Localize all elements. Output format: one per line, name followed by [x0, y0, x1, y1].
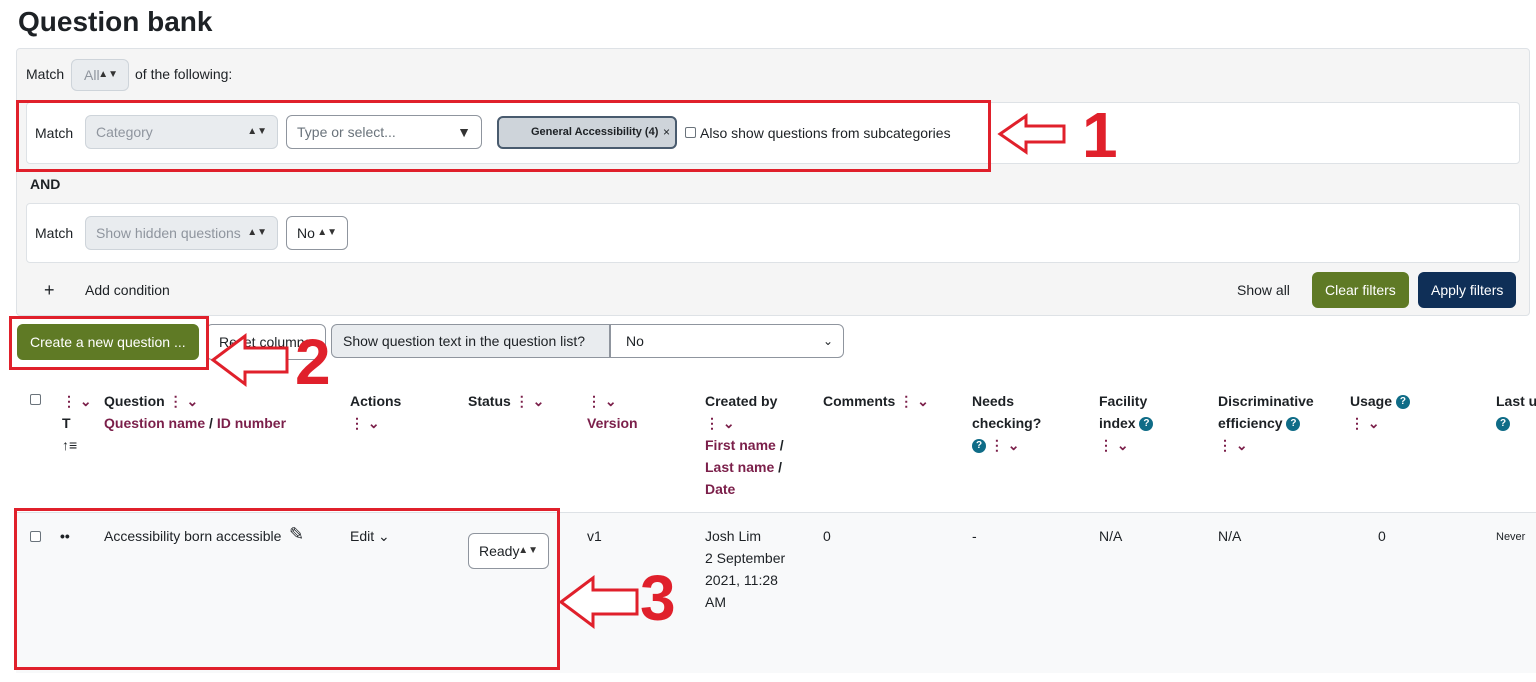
kebab-icon[interactable]: ⋮ ⌄ [350, 415, 380, 431]
and-label: AND [30, 176, 61, 192]
header-created-by[interactable]: Created by ⋮ ⌄ First name / Last name / … [705, 390, 784, 500]
annotation-number-3: 3 [640, 562, 676, 634]
chevron-down-icon: ⌄ [822, 334, 833, 348]
show-text-label: Show question text in the question list? [331, 324, 610, 358]
kebab-icon[interactable]: ⋮ ⌄ [1099, 437, 1129, 453]
help-icon[interactable]: ? [972, 439, 986, 454]
annotation-number-1: 1 [1082, 99, 1118, 171]
select-caret-icon: ▲▼ [317, 227, 337, 238]
kebab-icon[interactable]: ⋮ ⌄ [899, 393, 929, 409]
annotation-box-3 [14, 508, 560, 670]
kebab-icon[interactable]: ⋮ ⌄ [587, 393, 617, 409]
last-used-value: Never [1496, 531, 1526, 543]
clear-filters-button[interactable]: Clear filters [1312, 272, 1409, 308]
kebab-icon[interactable]: ⋮ ⌄ [515, 393, 545, 409]
help-icon[interactable]: ? [1395, 395, 1410, 410]
created-by-value: Josh Lim 2 September 2021, 11:28 AM [705, 528, 786, 610]
help-icon[interactable]: ? [1496, 417, 1510, 432]
header-version[interactable]: ⋮ ⌄ Version [587, 390, 638, 434]
header-needs-checking[interactable]: Needs checking? ? ⋮ ⌄ [972, 390, 1041, 456]
select-caret-icon: ▲▼ [247, 227, 267, 238]
kebab-icon[interactable]: ⋮ ⌄ [990, 437, 1020, 453]
arrow-left-icon [210, 333, 289, 387]
show-text-select[interactable]: No ⌄ [610, 324, 844, 358]
hidden-field-select[interactable]: Show hidden questions ▲▼ [85, 216, 278, 250]
plus-icon[interactable]: + [44, 280, 55, 301]
header-actions[interactable]: Actions ⋮ ⌄ [350, 390, 401, 434]
header-discriminative[interactable]: Discriminative efficiency ? ⋮ ⌄ [1218, 390, 1314, 456]
facility-value: N/A [1099, 528, 1123, 544]
discriminative-value: N/A [1218, 528, 1242, 544]
show-all-link[interactable]: Show all [1237, 282, 1290, 298]
match-all-select[interactable]: All ▲▼ [71, 59, 129, 91]
kebab-icon[interactable]: ⋮ ⌄ [1218, 437, 1248, 453]
header-type[interactable]: ⋮ ⌄ T ↑≡ [62, 390, 92, 456]
annotation-box-2 [9, 316, 209, 370]
sort-ascending-icon[interactable]: ↑≡ [62, 437, 77, 453]
header-status[interactable]: Status ⋮ ⌄ [468, 390, 544, 412]
hidden-value-select[interactable]: No ▲▼ [286, 216, 348, 250]
page-title: Question bank [18, 6, 213, 37]
of-following-label: of the following: [135, 66, 233, 82]
header-comments[interactable]: Comments ⋮ ⌄ [823, 390, 929, 412]
apply-filters-button[interactable]: Apply filters [1418, 272, 1517, 308]
arrow-left-icon [997, 113, 1066, 155]
kebab-icon[interactable]: ⋮ ⌄ [1350, 415, 1380, 431]
needs-checking-value: - [972, 528, 977, 544]
select-all-checkbox[interactable] [30, 394, 41, 405]
annotation-box-1 [16, 100, 991, 172]
match-label: Match [26, 66, 65, 82]
kebab-icon[interactable]: ⋮ ⌄ [169, 393, 199, 409]
header-question[interactable]: Question ⋮ ⌄ Question name / ID number [104, 390, 286, 434]
header-usage[interactable]: Usage ? ⋮ ⌄ [1350, 390, 1410, 434]
help-icon[interactable]: ? [1286, 417, 1301, 432]
comments-value[interactable]: 0 [823, 525, 831, 547]
header-facility-index[interactable]: Facility index ? ⋮ ⌄ [1099, 390, 1154, 456]
usage-value[interactable]: 0 [1378, 525, 1386, 547]
arrow-left-icon [558, 575, 639, 629]
header-last-used[interactable]: Last u? [1496, 390, 1536, 434]
annotation-number-2: 2 [295, 326, 331, 398]
select-caret-icon: ▲▼ [98, 69, 118, 80]
version-value: v1 [587, 528, 602, 544]
filter-panel [16, 48, 1530, 316]
add-condition-link[interactable]: Add condition [85, 282, 170, 298]
kebab-icon[interactable]: ⋮ ⌄ [62, 393, 92, 409]
row2-match-label: Match [35, 225, 74, 241]
kebab-icon[interactable]: ⋮ ⌄ [705, 415, 735, 431]
help-icon[interactable]: ? [1139, 417, 1154, 432]
